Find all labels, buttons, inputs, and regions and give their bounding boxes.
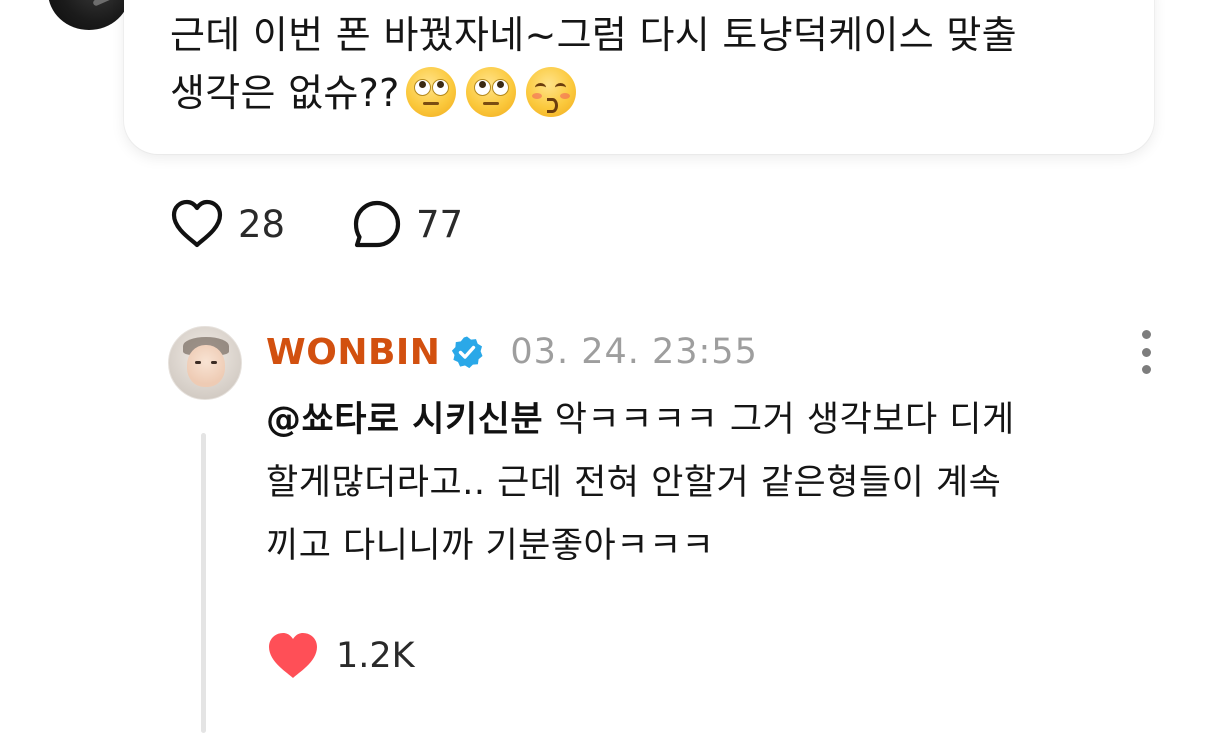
reply-text: @쑈타로 시키신분 악ㅋㅋㅋㅋ 그거 생각보다 디게 할게많더라고.. 근데 전…	[266, 389, 1166, 578]
post-text: 근데 이번 폰 바꿨자네~그럼 다시 토냥덕케이스 맞출 생각은 없슈??	[170, 6, 1130, 125]
post-text-line-2: 생각은 없슈??	[170, 64, 1130, 125]
heart-filled-icon	[269, 633, 317, 678]
post-reply-count: 77	[416, 202, 464, 246]
post-like-button[interactable]: 28	[170, 198, 285, 250]
reply-mention-link[interactable]: @쑈타로 시키신분	[266, 400, 543, 440]
post-reply-button[interactable]: 77	[352, 198, 463, 250]
reply-like-count: 1.2K	[336, 636, 415, 676]
kissing-face-with-closed-eyes-emoji	[525, 66, 576, 117]
reply-timestamp: 03. 24. 23:55	[510, 332, 758, 372]
reply-author-avatar[interactable]	[168, 326, 242, 400]
reply-author-name[interactable]: WONBIN	[266, 332, 440, 373]
reply-header: WONBIN 03. 24. 23:55	[266, 328, 758, 376]
reply-text-line-1: @쑈타로 시키신분 악ㅋㅋㅋㅋ 그거 생각보다 디게	[266, 389, 1166, 452]
face-with-rolling-eyes-emoji	[465, 66, 516, 117]
post-like-count: 28	[238, 202, 286, 246]
reply-text-line-1-rest: 악ㅋㅋㅋㅋ 그거 생각보다 디게	[543, 400, 1015, 440]
face-with-rolling-eyes-emoji	[405, 66, 456, 117]
comment-bubble-icon	[353, 200, 401, 248]
more-options-icon[interactable]	[1128, 330, 1164, 374]
reply-like-button[interactable]: 1.2K	[266, 628, 415, 684]
post-text-line-2-text: 생각은 없슈??	[170, 71, 400, 115]
reply-text-line-2: 할게많더라고.. 근데 전혀 안할거 같은형들이 계속	[266, 463, 1002, 503]
post-author-avatar[interactable]	[48, 0, 130, 30]
post-text-line-1: 근데 이번 폰 바꿨자네~그럼 다시 토냥덕케이스 맞출	[170, 13, 1017, 57]
reply-text-line-3: 끼고 다니니까 기분좋아ㅋㅋㅋ	[266, 526, 715, 566]
post-emojis	[405, 66, 586, 125]
thread-line	[201, 433, 206, 733]
verified-badge-icon	[452, 336, 483, 369]
heart-outline-icon	[171, 199, 223, 248]
